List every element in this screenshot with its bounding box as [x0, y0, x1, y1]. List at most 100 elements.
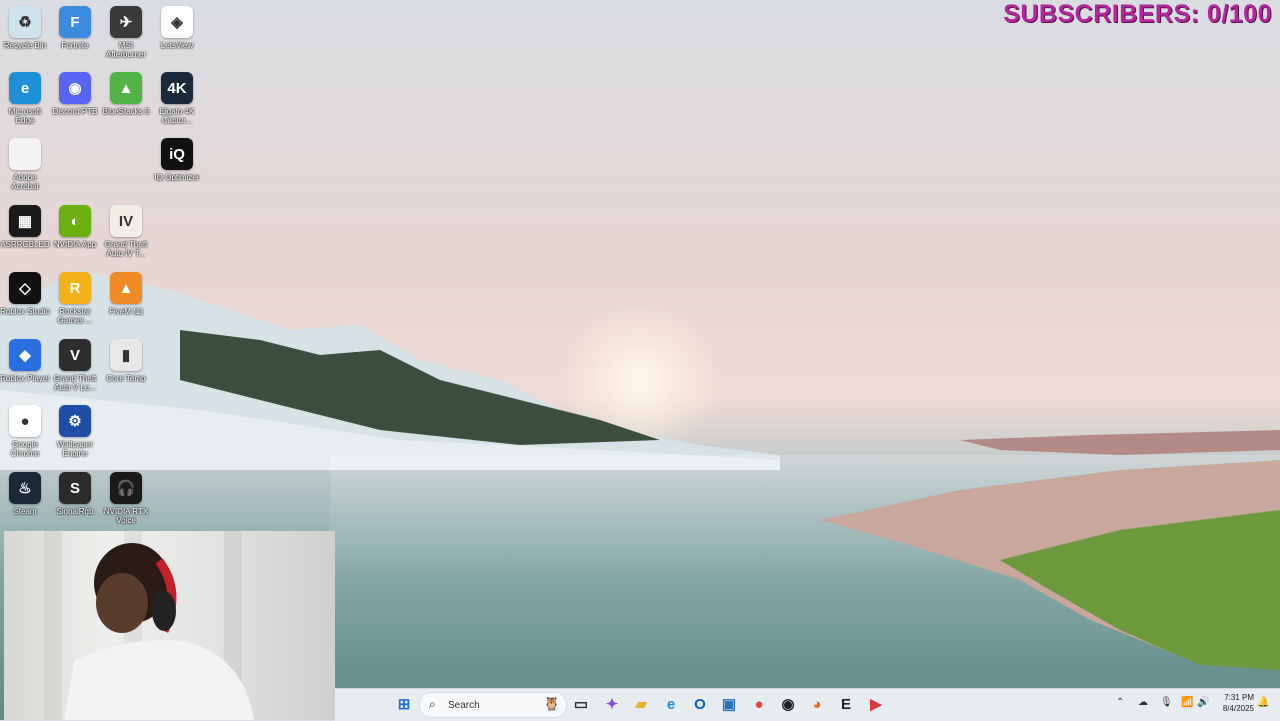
desktop-icon-grid: ♻ Recycle Bin F Fortnite ✈ MSI Afterburner ◈ Le… — [0, 0, 210, 530]
desktop-icon-label: Adobe Acrobat — [11, 173, 39, 191]
app-icon: ◉ — [59, 72, 91, 104]
desktop-icon-rockstar-games[interactable]: R Rockstar Games ... — [50, 272, 100, 325]
volume-icon[interactable]: 🔊 — [1197, 697, 1209, 708]
app-icon: ◐ — [59, 205, 91, 237]
clock[interactable]: 7:31 PM 8/4/2025 — [1216, 692, 1254, 714]
desktop-icon-label: Roblox Studio — [0, 307, 50, 316]
app-icon: IV — [110, 205, 142, 237]
outlook-icon[interactable]: O — [688, 692, 712, 716]
chevron-up-icon[interactable]: ⌃ — [1116, 697, 1124, 708]
desktop-icon-label: Roblox Player — [0, 374, 50, 383]
desktop-icon-signalrgb[interactable]: S SignalRgb — [50, 472, 100, 516]
app-icon: ♻ — [9, 6, 41, 38]
app-icon: ▲ — [110, 272, 142, 304]
desktop-icon-steam[interactable]: ♨ Steam — [0, 472, 50, 516]
webcam-feed — [4, 531, 335, 720]
desktop-icon-label: Rockstar Games ... — [57, 307, 93, 325]
desktop-icon-label: BlueStacks 5 — [102, 107, 150, 116]
desktop-icon-label: Recycle Bin — [3, 41, 47, 50]
wallpaper-grassland — [820, 430, 1280, 670]
desktop-icon-grand-theft-auto-iv-t[interactable]: IV Grand Theft Auto IV T... — [101, 205, 151, 258]
desktop-icon-microsoft-edge[interactable]: e Microsoft Edge — [0, 72, 50, 125]
clock-time: 7:31 PM — [1224, 693, 1254, 702]
desktop-icon-asrrgbled[interactable]: ▦ ASRRGBLED — [0, 205, 50, 249]
desktop-icon-label: IQ Optimizer — [154, 173, 200, 182]
app-icon: ♨ — [9, 472, 41, 504]
desktop-icon-label: Discord PTB — [52, 107, 98, 116]
app-icon: ● — [9, 405, 41, 437]
desktop-icon-label: Grand Theft Auto V Le... — [53, 374, 97, 392]
obs-icon[interactable]: ◉ — [776, 692, 800, 716]
app-icon: e — [9, 72, 41, 104]
app-icon: ◈ — [161, 6, 193, 38]
subscriber-counter: SUBSCRIBERS: 0/100 — [1003, 0, 1272, 28]
desktop-icon-roblox-player[interactable]: ◆ Roblox Player — [0, 339, 50, 383]
desktop-icon-discord-ptb[interactable]: ◉ Discord PTB — [50, 72, 100, 116]
desktop-icon-adobe-acrobat[interactable]: Adobe Acrobat — [0, 138, 50, 191]
desktop-icon-fivem-1[interactable]: ▲ FiveM (1) — [101, 272, 151, 316]
desktop-icon-label: Microsoft Edge — [8, 107, 42, 125]
app-icon: F — [59, 6, 91, 38]
desktop-icon-nvidia-app[interactable]: ◐ NVIDIA App — [50, 205, 100, 249]
copilot-icon[interactable]: ✦ — [600, 692, 624, 716]
desktop-icon-iq-optimizer[interactable]: iQ IQ Optimizer — [152, 138, 202, 182]
app-icon: ⚙ — [59, 405, 91, 437]
notification-bell-icon[interactable]: 🔔 — [1257, 697, 1269, 708]
desktop-icon-label: Elgato 4K Captur... — [159, 107, 195, 125]
app-icon: ▲ — [110, 72, 142, 104]
desktop-icon-bluestacks-5[interactable]: ▲ BlueStacks 5 — [101, 72, 151, 116]
wifi-icon[interactable]: 📶 — [1181, 697, 1193, 708]
desktop-icon-label: MSI Afterburner — [105, 41, 147, 59]
app-icon: ◆ — [9, 339, 41, 371]
desktop-icon-label: ASRRGBLED — [0, 240, 50, 249]
photos-icon[interactable]: ▣ — [717, 692, 741, 716]
desktop-icon-core-temp[interactable]: ▮ Core Temp — [101, 339, 151, 383]
epic-games-icon[interactable]: E — [834, 692, 858, 716]
streamlabs-icon[interactable]: ▶ — [864, 692, 888, 716]
desktop-icon-roblox-studio[interactable]: ◇ Roblox Studio — [0, 272, 50, 316]
search-icon: ⌕ — [429, 697, 436, 711]
streamer-silhouette — [64, 543, 254, 720]
desktop-icon-label: SignalRgb — [56, 507, 94, 516]
desktop-icon-msi-afterburner[interactable]: ✈ MSI Afterburner — [101, 6, 151, 59]
search-highlight-icon: 🦉 — [543, 696, 560, 711]
file-explorer-icon[interactable]: ▰ — [629, 692, 653, 716]
app-icon: 🎧 — [110, 472, 142, 504]
task-view-icon[interactable]: ▭ — [569, 692, 593, 716]
desktop-icon-label: LetsView — [160, 41, 194, 50]
chrome-icon[interactable]: ● — [747, 692, 771, 716]
edge-icon[interactable]: e — [659, 692, 683, 716]
app-icon: V — [59, 339, 91, 371]
desktop-icon-google-chrome[interactable]: ● Google Chrome — [0, 405, 50, 458]
desktop-icon-letsview[interactable]: ◈ LetsView — [152, 6, 202, 50]
app-icon: S — [59, 472, 91, 504]
desktop-icon-label: Steam — [13, 507, 37, 516]
desktop-icon-grand-theft-auto-v-le[interactable]: V Grand Theft Auto V Le... — [50, 339, 100, 392]
onedrive-icon[interactable]: ☁ — [1138, 697, 1148, 708]
app-icon: iQ — [161, 138, 193, 170]
app-icon — [9, 138, 41, 170]
desktop-icon-label: Grand Theft Auto IV T... — [104, 240, 148, 258]
microphone-icon[interactable]: 🎙 — [1160, 697, 1173, 708]
desktop-icon-recycle-bin[interactable]: ♻ Recycle Bin — [0, 6, 50, 50]
desktop-icon-label: Google Chrome — [10, 440, 40, 458]
desktop-icon-label: NVIDIA RTX Voice — [103, 507, 149, 525]
taskbar-search[interactable]: ⌕ Search 🦉 — [419, 692, 567, 718]
search-placeholder: Search — [448, 699, 480, 711]
desktop-icon-label: Wallpaper Engine — [57, 440, 93, 458]
clock-date: 8/4/2025 — [1222, 704, 1254, 713]
app-icon: ▦ — [9, 205, 41, 237]
desktop-icon-fortnite[interactable]: F Fortnite — [50, 6, 100, 50]
app-icon: 4K — [161, 72, 193, 104]
app-icon: ◇ — [9, 272, 41, 304]
desktop-icon-wallpaper-engine[interactable]: ⚙ Wallpaper Engine — [50, 405, 100, 458]
desktop-icon-elgato-4k-captur[interactable]: 4K Elgato 4K Captur... — [152, 72, 202, 125]
firefox-icon[interactable]: ◕ — [805, 692, 829, 716]
app-icon: ✈ — [110, 6, 142, 38]
desktop-icon-label: NVIDIA App — [53, 240, 97, 249]
app-icon: ▮ — [110, 339, 142, 371]
desktop-icon-label: Core Temp — [106, 374, 146, 383]
start-icon[interactable]: ⊞ — [392, 692, 416, 716]
desktop-icon-nvidia-rtx-voice[interactable]: 🎧 NVIDIA RTX Voice — [101, 472, 151, 525]
desktop-icon-label: Fortnite — [61, 41, 89, 50]
